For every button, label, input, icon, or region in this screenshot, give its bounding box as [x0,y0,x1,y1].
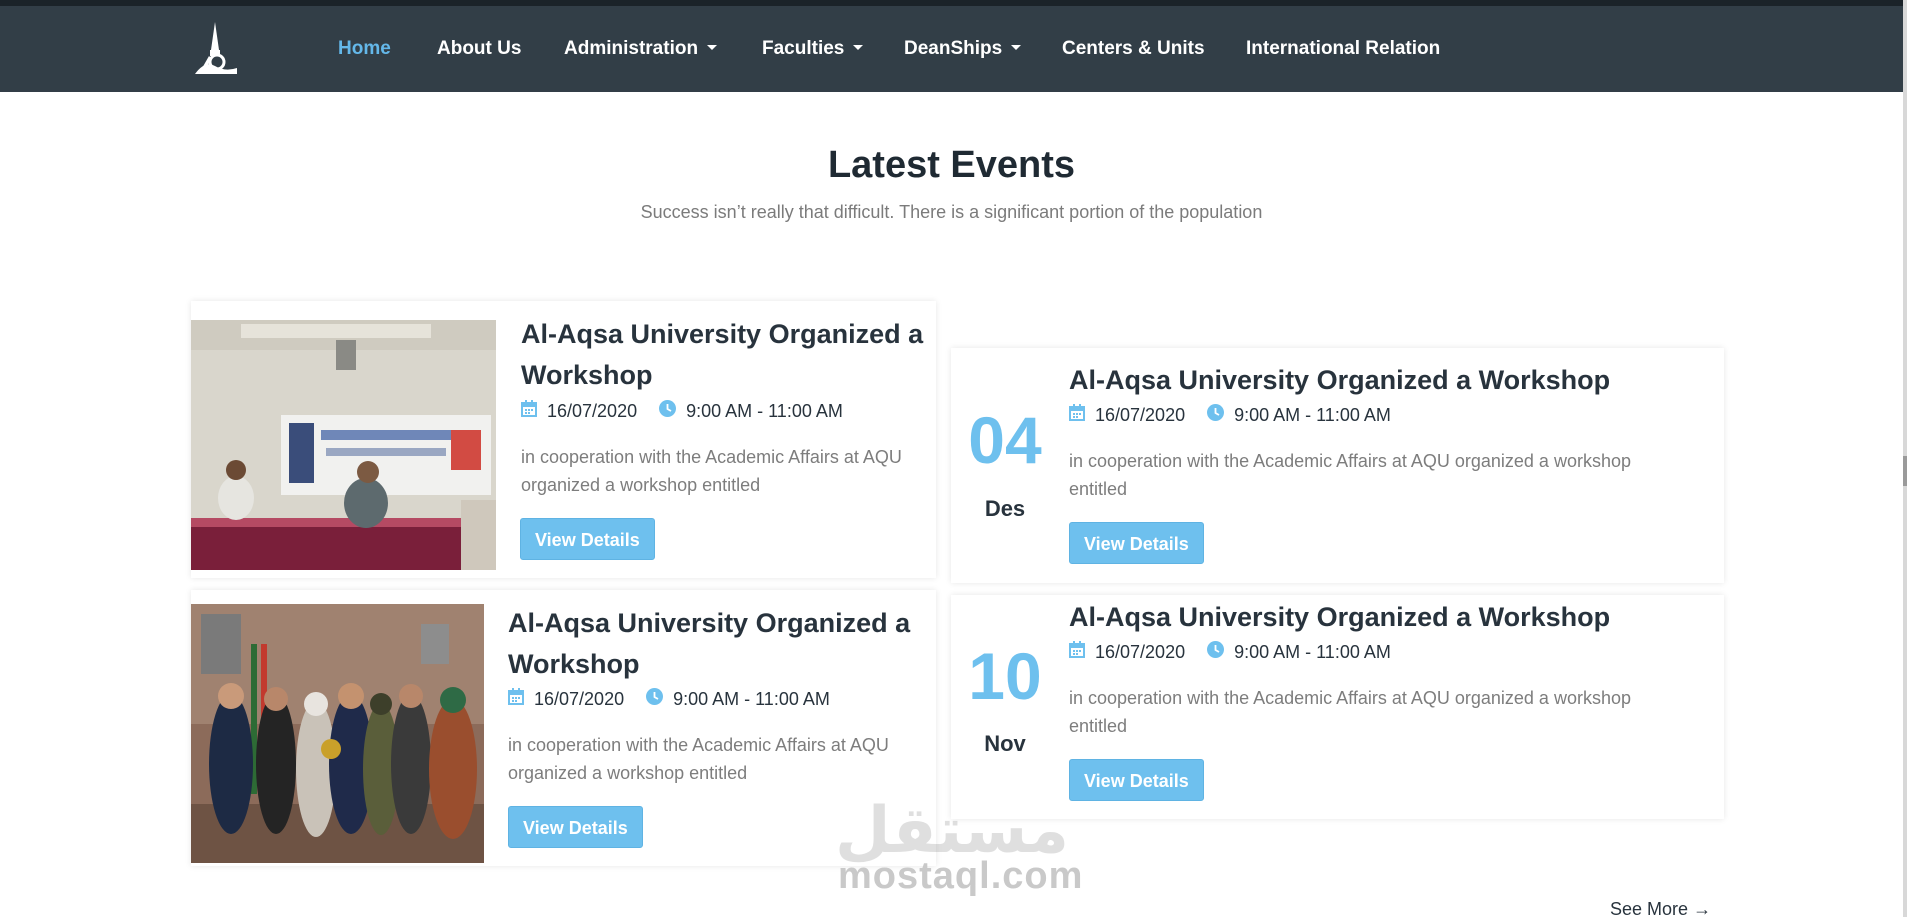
event-meta: 16/07/2020 9:00 AM - 11:00 AM [1069,641,1391,663]
calendar-icon [521,400,537,422]
watermark-text: mostaql.com [838,855,1084,897]
event-date: 16/07/2020 [1095,641,1186,662]
event-title[interactable]: Al-Aqsa University Organized a Workshop [521,314,926,396]
event-title[interactable]: Al-Aqsa University Organized a Workshop [1069,360,1709,401]
view-details-button[interactable]: View Details [520,518,655,560]
event-month: Nov [984,731,1026,756]
event-photo-workshop[interactable] [191,320,496,570]
event-title[interactable]: Al-Aqsa University Organized a Workshop [508,603,928,685]
nav-centers-units[interactable]: Centers & Units [1062,38,1205,60]
chevron-down-icon [707,45,718,50]
event-time: 9:00 AM - 11:00 AM [1234,641,1391,662]
chevron-down-icon [1011,45,1022,50]
event-description: in cooperation with the Academic Affairs… [1069,688,1631,736]
event-day: 10 [968,639,1042,713]
arrow-right-icon: → [1693,899,1712,919]
event-time: 9:00 AM - 11:00 AM [686,400,843,421]
nav-administration[interactable]: Administration [564,38,718,60]
event-date: 16/07/2020 [1095,404,1186,425]
event-month: Des [984,496,1026,521]
nav-faculties-label: Faculties [762,38,845,59]
nav-international-relation[interactable]: International Relation [1246,38,1440,60]
event-description: in cooperation with the Academic Affairs… [521,447,902,495]
nav-home[interactable]: Home [338,38,391,60]
event-date: 16/07/2020 [547,400,638,421]
section-subtitle: Success isn’t really that difficult. The… [640,202,1263,222]
view-details-button[interactable]: View Details [508,806,643,848]
clock-icon [1207,404,1225,426]
section-title: Latest Events [827,144,1076,186]
event-meta: 16/07/2020 9:00 AM - 11:00 AM [1069,404,1391,426]
event-time: 9:00 AM - 11:00 AM [673,688,830,709]
university-logo[interactable] [191,20,239,76]
calendar-icon [1069,641,1085,663]
event-meta: 16/07/2020 9:00 AM - 11:00 AM [521,400,843,422]
nav-administration-label: Administration [564,38,699,59]
see-more-label: See More [1610,899,1689,919]
event-time: 9:00 AM - 11:00 AM [1234,404,1391,425]
nav-faculties[interactable]: Faculties [762,38,864,60]
view-details-button[interactable]: View Details [1069,522,1204,564]
event-meta: 16/07/2020 9:00 AM - 11:00 AM [508,688,830,710]
view-details-button[interactable]: View Details [1069,759,1204,801]
clock-icon [659,400,677,422]
event-date: 16/07/2020 [534,688,625,709]
clock-icon [646,688,664,710]
calendar-icon [1069,404,1085,426]
event-title[interactable]: Al-Aqsa University Organized a Workshop [1069,597,1709,638]
event-photo-group[interactable] [191,604,484,863]
chevron-down-icon [853,45,864,50]
main-navbar: Home About Us Administration Faculties D… [0,6,1907,92]
scrollbar-thumb[interactable] [1903,456,1907,486]
event-description: in cooperation with the Academic Affairs… [508,735,889,783]
calendar-icon [508,688,524,710]
event-day: 04 [968,403,1042,477]
nav-deanships[interactable]: DeanShips [904,38,1022,60]
nav-deanships-label: DeanShips [904,38,1003,59]
clock-icon [1207,641,1225,663]
event-description: in cooperation with the Academic Affairs… [1069,451,1631,499]
nav-about-us[interactable]: About Us [437,38,521,60]
